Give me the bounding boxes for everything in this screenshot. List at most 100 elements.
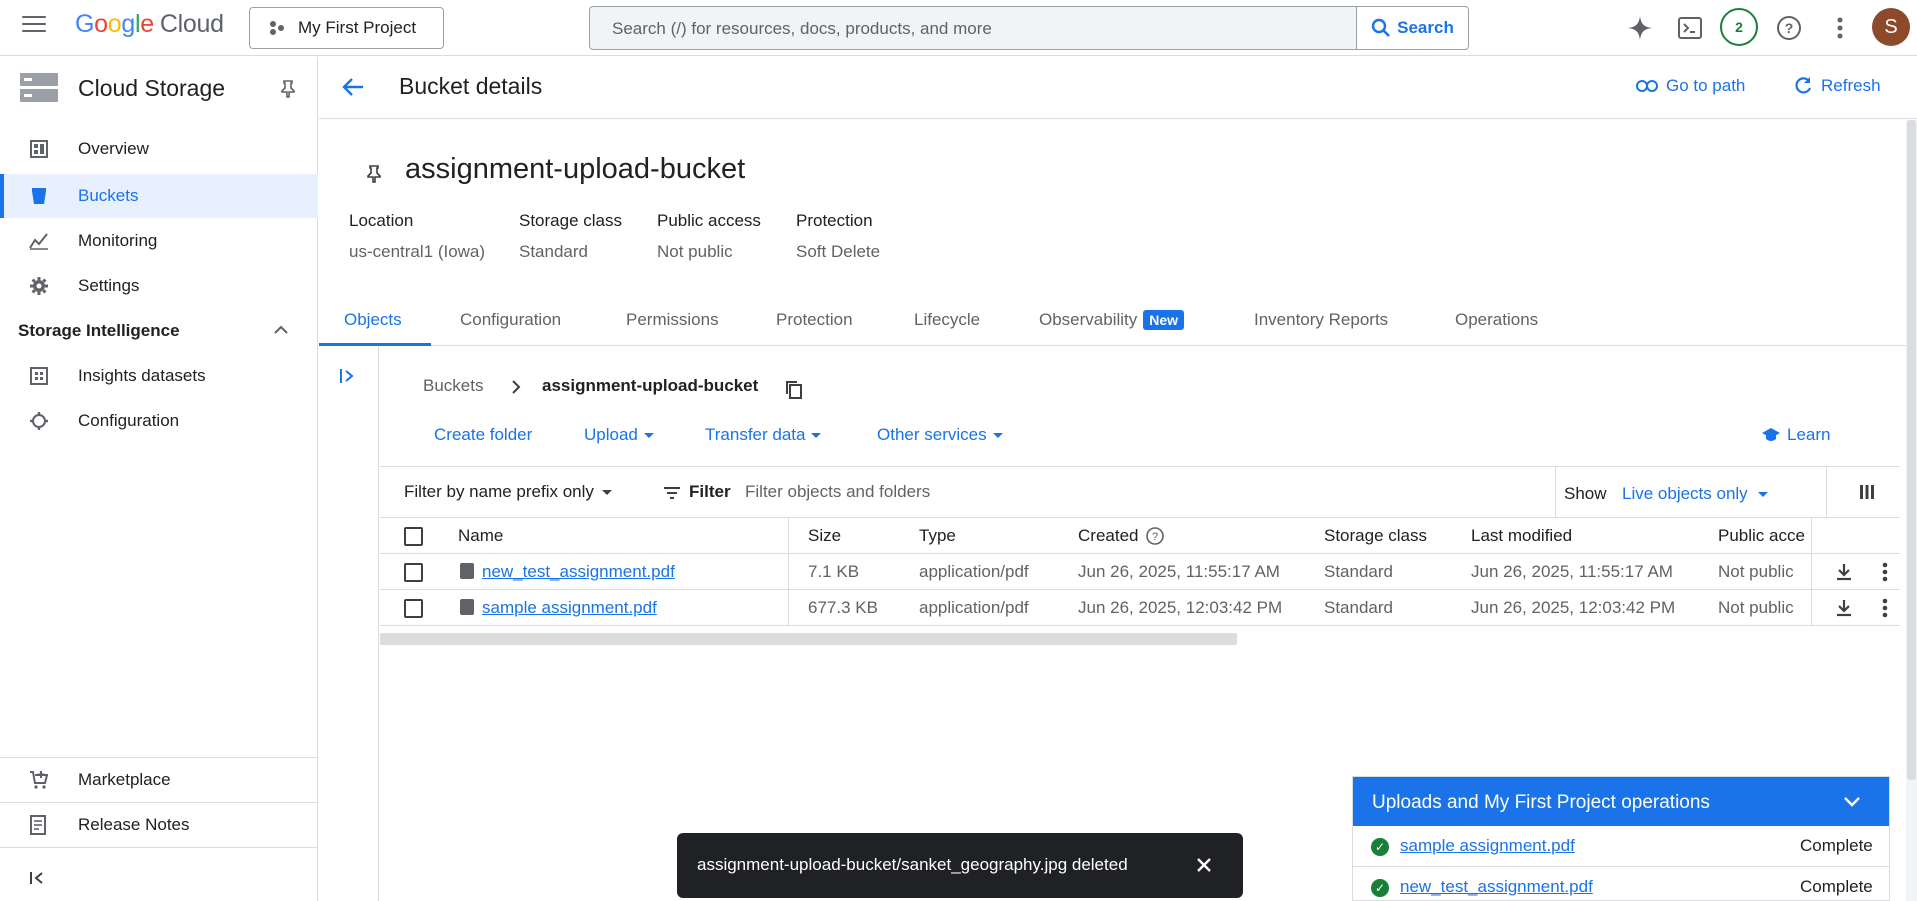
cart-icon	[28, 769, 50, 791]
row-checkbox[interactable]	[404, 563, 423, 582]
show-objects-dropdown[interactable]: Live objects only	[1622, 484, 1768, 504]
upload-dropdown-button[interactable]: Upload	[584, 425, 654, 445]
gemini-sparkle-icon[interactable]	[1626, 14, 1654, 42]
google-cloud-logo[interactable]: Google Cloud	[75, 10, 224, 39]
filter-mode-dropdown[interactable]: Filter by name prefix only	[404, 482, 612, 502]
upload-item: ✓ sample assignment.pdf Complete	[1353, 826, 1889, 867]
chevron-down-icon[interactable]	[1843, 796, 1861, 808]
close-icon[interactable]	[1196, 857, 1212, 873]
column-divider	[788, 590, 789, 625]
meta-value-location: us-central1 (Iowa)	[349, 242, 486, 261]
column-display-icon[interactable]	[1859, 484, 1875, 500]
search-button[interactable]: Search	[1356, 7, 1468, 49]
sidebar-item-label: Insights datasets	[78, 366, 206, 385]
project-picker-button[interactable]: My First Project	[249, 7, 444, 49]
horizontal-scrollbar[interactable]	[380, 633, 1237, 645]
search-input[interactable]: Search (/) for resources, docs, products…	[589, 6, 1469, 50]
object-storage-class: Standard	[1324, 562, 1393, 581]
sidebar-item-buckets[interactable]: Buckets	[0, 174, 318, 218]
more-vert-icon[interactable]	[1882, 562, 1888, 582]
meta-value-storage-class: Standard	[519, 242, 588, 261]
sidebar-item-overview[interactable]: Overview	[0, 127, 318, 171]
filter-input[interactable]: Filter objects and folders	[745, 482, 930, 502]
file-icon	[460, 563, 474, 579]
column-header-name[interactable]: Name	[458, 526, 503, 546]
sidebar-item-marketplace[interactable]: Marketplace	[0, 758, 318, 802]
cloud-shell-icon[interactable]	[1676, 14, 1704, 42]
help-icon[interactable]: ?	[1146, 527, 1165, 545]
meta-label-storage-class: Storage class	[519, 211, 622, 230]
meta-value-protection: Soft Delete	[796, 242, 881, 261]
tab-permissions[interactable]: Permissions	[626, 310, 719, 330]
upload-item-link[interactable]: sample assignment.pdf	[1400, 836, 1575, 856]
tab-lifecycle[interactable]: Lifecycle	[914, 310, 980, 330]
go-to-path-button[interactable]: Go to path	[1636, 76, 1745, 96]
pin-icon[interactable]	[367, 165, 381, 183]
sidebar-item-release-notes[interactable]: Release Notes	[0, 803, 318, 847]
cloud-storage-icon	[20, 73, 58, 102]
select-all-checkbox[interactable]	[404, 527, 423, 546]
project-icon	[270, 21, 284, 35]
uploads-panel-title: Uploads and My First Project operations	[1372, 792, 1710, 813]
expand-panel-icon[interactable]	[339, 368, 357, 384]
table-row[interactable]: sample assignment.pdf 677.3 KB applicati…	[380, 590, 1900, 626]
toast-message: assignment-upload-bucket/sanket_geograph…	[697, 855, 1128, 874]
sidebar-item-configuration[interactable]: Configuration	[0, 399, 318, 443]
help-icon[interactable]: ?	[1775, 14, 1803, 42]
object-link[interactable]: sample assignment.pdf	[482, 598, 657, 617]
back-arrow-icon[interactable]	[342, 77, 364, 97]
sidebar-item-monitoring[interactable]: Monitoring	[0, 219, 318, 263]
transfer-data-dropdown-button[interactable]: Transfer data	[705, 425, 822, 445]
sidebar-item-settings[interactable]: Settings	[0, 264, 318, 308]
learn-button[interactable]: Learn	[1761, 425, 1830, 445]
column-header-type[interactable]: Type	[919, 526, 956, 546]
uploads-panel-header[interactable]: Uploads and My First Project operations	[1353, 777, 1889, 826]
column-divider[interactable]	[788, 518, 789, 553]
sidebar-item-insights-datasets[interactable]: Insights datasets	[0, 354, 318, 398]
download-icon[interactable]	[1836, 563, 1852, 581]
object-created: Jun 26, 2025, 12:03:42 PM	[1078, 598, 1283, 617]
table-header-row: Name Size Type Created? Storage class La…	[380, 518, 1900, 554]
sidebar-section-storage-intelligence[interactable]: Storage Intelligence	[18, 321, 298, 341]
more-vert-icon[interactable]	[1882, 598, 1888, 618]
bucket-icon	[28, 185, 50, 207]
chevron-up-icon[interactable]	[274, 325, 288, 335]
column-header-storage-class[interactable]: Storage class	[1324, 526, 1427, 546]
menu-icon[interactable]	[22, 16, 46, 36]
notifications-badge[interactable]: 2	[1720, 8, 1758, 46]
upload-item: ✓ new_test_assignment.pdf Complete	[1353, 867, 1889, 901]
other-services-dropdown-button[interactable]: Other services	[877, 425, 1003, 445]
collapse-sidebar-icon[interactable]	[30, 871, 46, 885]
tab-operations[interactable]: Operations	[1455, 310, 1538, 330]
show-label: Show	[1564, 484, 1607, 503]
sidebar-header: Cloud Storage	[0, 57, 318, 117]
more-vert-icon[interactable]	[1826, 14, 1854, 42]
tab-inventory-reports[interactable]: Inventory Reports	[1254, 310, 1388, 330]
tab-observability[interactable]: Observability New	[1039, 310, 1185, 330]
column-header-last-modified[interactable]: Last modified	[1471, 526, 1572, 546]
caret-down-icon	[811, 432, 822, 438]
row-checkbox[interactable]	[404, 599, 423, 618]
table-row[interactable]: new_test_assignment.pdf 7.1 KB applicati…	[380, 554, 1900, 590]
download-icon[interactable]	[1836, 599, 1852, 617]
filter-label: Filter	[689, 482, 731, 501]
column-header-created[interactable]: Created?	[1078, 526, 1165, 546]
tab-configuration[interactable]: Configuration	[460, 310, 561, 330]
file-icon	[460, 599, 474, 615]
create-folder-button[interactable]: Create folder	[434, 425, 532, 445]
pin-icon[interactable]	[281, 80, 295, 98]
gear-icon	[28, 275, 50, 297]
vertical-scrollbar[interactable]	[1907, 120, 1916, 780]
refresh-button[interactable]: Refresh	[1793, 76, 1881, 96]
avatar[interactable]: S	[1872, 8, 1910, 46]
monitoring-icon	[28, 230, 50, 252]
breadcrumb-buckets[interactable]: Buckets	[423, 376, 483, 396]
upload-item-link[interactable]: new_test_assignment.pdf	[1400, 877, 1593, 897]
column-header-public-access[interactable]: Public acce	[1718, 526, 1805, 546]
tab-objects[interactable]: Objects	[344, 310, 402, 330]
tab-protection[interactable]: Protection	[776, 310, 853, 330]
caret-down-icon	[1757, 491, 1768, 497]
object-link[interactable]: new_test_assignment.pdf	[482, 562, 675, 581]
copy-icon[interactable]	[785, 380, 803, 400]
column-header-size[interactable]: Size	[808, 526, 841, 546]
